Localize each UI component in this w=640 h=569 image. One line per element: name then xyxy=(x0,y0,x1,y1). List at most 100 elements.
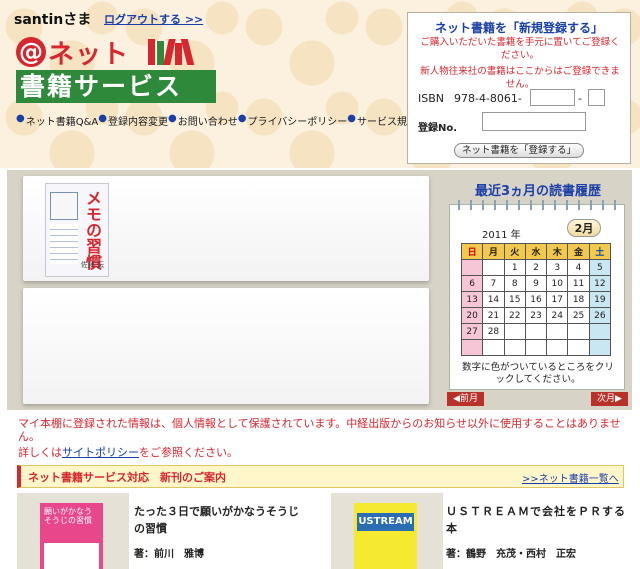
calendar-day xyxy=(460,259,484,276)
calendar-day xyxy=(588,339,612,356)
calendar-day[interactable]: 19 xyxy=(588,291,612,308)
notice-suffix: をご参照ください。 xyxy=(139,446,238,459)
calendar-weekday: 水 xyxy=(524,243,548,260)
books-icon xyxy=(148,39,195,65)
calendar-day[interactable]: 24 xyxy=(546,307,569,324)
notice-prefix: 詳しくは xyxy=(18,446,62,459)
nav-change-registration[interactable]: 登録内容変更 xyxy=(108,113,168,128)
calendar-day[interactable]: 6 xyxy=(460,275,484,292)
bullet-icon: ● xyxy=(347,113,356,124)
calendar-day xyxy=(567,339,590,356)
calendar-title: 最近3ヵ月の読書履歴 xyxy=(474,184,602,199)
logo[interactable]: @ ネット 書籍サービス xyxy=(16,37,216,103)
calendar-day xyxy=(460,339,484,356)
calendar-day[interactable]: 2 xyxy=(524,259,548,276)
site-policy-link[interactable]: サイトポリシー xyxy=(62,446,139,459)
calendar-day xyxy=(546,323,569,340)
calendar-day[interactable]: 14 xyxy=(482,291,505,308)
logo-at-mark: @ xyxy=(16,37,46,67)
book-list-link[interactable]: >>ネット書籍一覧へ xyxy=(522,470,619,485)
calendar-week: 20 21 22 23 24 25 26 xyxy=(460,307,612,324)
calendar-day[interactable]: 8 xyxy=(503,275,526,292)
bullet-icon: ● xyxy=(237,113,247,124)
calendar-day[interactable]: 5 xyxy=(588,259,612,276)
calendar-day[interactable]: 4 xyxy=(567,259,590,276)
calendar-day xyxy=(546,339,569,356)
calendar-day[interactable]: 28 xyxy=(482,323,505,340)
calendar-day[interactable]: 26 xyxy=(588,307,612,324)
calendar-note: 数字に色がついているところをクリックしてください。 xyxy=(462,362,614,385)
new-book-author: 著：鶴野 充茂・西村 正宏 xyxy=(446,549,576,560)
new-book-cover[interactable]: 願いがかなう そうじの習慣 xyxy=(40,503,103,569)
calendar-day[interactable]: 9 xyxy=(524,275,548,292)
calendar-day[interactable]: 16 xyxy=(524,291,548,308)
calendar-weekday: 土 xyxy=(588,243,612,260)
calendar-day[interactable]: 13 xyxy=(460,291,484,308)
isbn-label: ISBN xyxy=(418,92,445,105)
privacy-notice: マイ本棚に登録された情報は、個人情報として保護されています。中経出版からのお知ら… xyxy=(18,417,621,443)
calendar-weekday: 日 xyxy=(460,243,484,260)
register-button[interactable]: ネット書籍を「登録する」 xyxy=(454,143,584,158)
isbn-input-1[interactable] xyxy=(530,89,575,106)
calendar-week: 12345 xyxy=(460,259,612,276)
calendar-weekday: 木 xyxy=(546,243,569,260)
privacy-notice-line2: 詳しくはサイトポリシーをご参照ください。 xyxy=(18,444,238,460)
book-cover-art xyxy=(50,192,78,220)
isbn-dash: - xyxy=(578,92,582,105)
calendar-day[interactable]: 17 xyxy=(546,291,569,308)
book-cover-art xyxy=(50,224,78,264)
calendar-day[interactable]: 1 xyxy=(503,259,526,276)
prev-month-button[interactable]: ◀前月 xyxy=(447,392,484,406)
calendar-week: 27 28 xyxy=(460,323,612,340)
bullet-icon: ● xyxy=(98,113,107,124)
book-cover-title: メモの習慣 xyxy=(83,190,102,270)
calendar-day[interactable]: 25 xyxy=(567,307,590,324)
nav-contact[interactable]: お問い合わせ xyxy=(178,113,238,128)
logo-line1: ネット xyxy=(48,39,130,70)
new-book-title[interactable]: ＵＳＴＲＥＡＭで会社をＰＲする本 xyxy=(446,503,626,537)
isbn-prefix: 978-4-8061- xyxy=(454,92,522,105)
registration-warning: 新人物往来社の書籍はここからはご登録できません。 xyxy=(420,66,620,90)
calendar-day xyxy=(482,339,505,356)
calendar-month: 2月 xyxy=(567,219,601,237)
calendar-day xyxy=(588,323,612,340)
registration-note: ご購入いただいた書籍を手元に置いてご登録ください。 xyxy=(420,37,620,61)
calendar-day[interactable]: 27 xyxy=(460,323,484,340)
calendar-day[interactable]: 21 xyxy=(482,307,505,324)
calendar-day[interactable]: 12 xyxy=(588,275,612,292)
calendar-day[interactable]: 23 xyxy=(524,307,548,324)
bullet-icon: ● xyxy=(16,113,25,124)
calendar-day[interactable]: 11 xyxy=(567,275,590,292)
calendar-day[interactable]: 20 xyxy=(460,307,484,324)
calendar-weekday: 金 xyxy=(567,243,590,260)
registration-number-input[interactable] xyxy=(482,112,586,131)
calendar-day[interactable]: 18 xyxy=(567,291,590,308)
shelf-row-2 xyxy=(23,288,429,404)
calendar-day[interactable]: 7 xyxy=(482,275,505,292)
calendar-day[interactable]: 22 xyxy=(503,307,526,324)
calendar-weekday: 月 xyxy=(482,243,505,260)
calendar-day[interactable]: 3 xyxy=(546,259,569,276)
bullet-icon: ● xyxy=(167,113,177,124)
calendar-day xyxy=(524,339,548,356)
cover-text: USTREAM xyxy=(357,513,414,531)
nav-privacy[interactable]: プライバシーポリシー xyxy=(247,113,347,128)
calendar-week: 13 14 15 16 17 18 19 xyxy=(460,291,612,308)
calendar-rings-icon xyxy=(452,200,622,210)
next-month-button[interactable]: 次月▶ xyxy=(591,392,628,406)
shelf-book[interactable]: メモの習慣 佐藤 伝 xyxy=(45,183,109,277)
isbn-input-2[interactable] xyxy=(588,89,605,106)
calendar-day xyxy=(567,323,590,340)
new-book-author: 著：前川 雅博 xyxy=(134,549,204,560)
new-books-title: ネット書籍サービス対応 新刊のご案内 xyxy=(28,471,226,484)
logout-link[interactable]: ログアウトする >> xyxy=(104,11,203,27)
new-book-cover[interactable]: USTREAM xyxy=(354,503,417,569)
calendar-day[interactable]: 10 xyxy=(546,275,569,292)
calendar-day xyxy=(503,323,526,340)
new-book-title[interactable]: たった３日で願いがかなうそうじの習慣 xyxy=(134,503,304,537)
nav-qa[interactable]: ネット書籍Q&A xyxy=(26,113,99,128)
calendar-weekday-row: 日月火水木金土 xyxy=(460,243,612,260)
calendar-day[interactable]: 15 xyxy=(503,291,526,308)
registration-title: ネット書籍を「新規登録する」 xyxy=(434,21,603,35)
username: santinさま xyxy=(14,12,92,28)
